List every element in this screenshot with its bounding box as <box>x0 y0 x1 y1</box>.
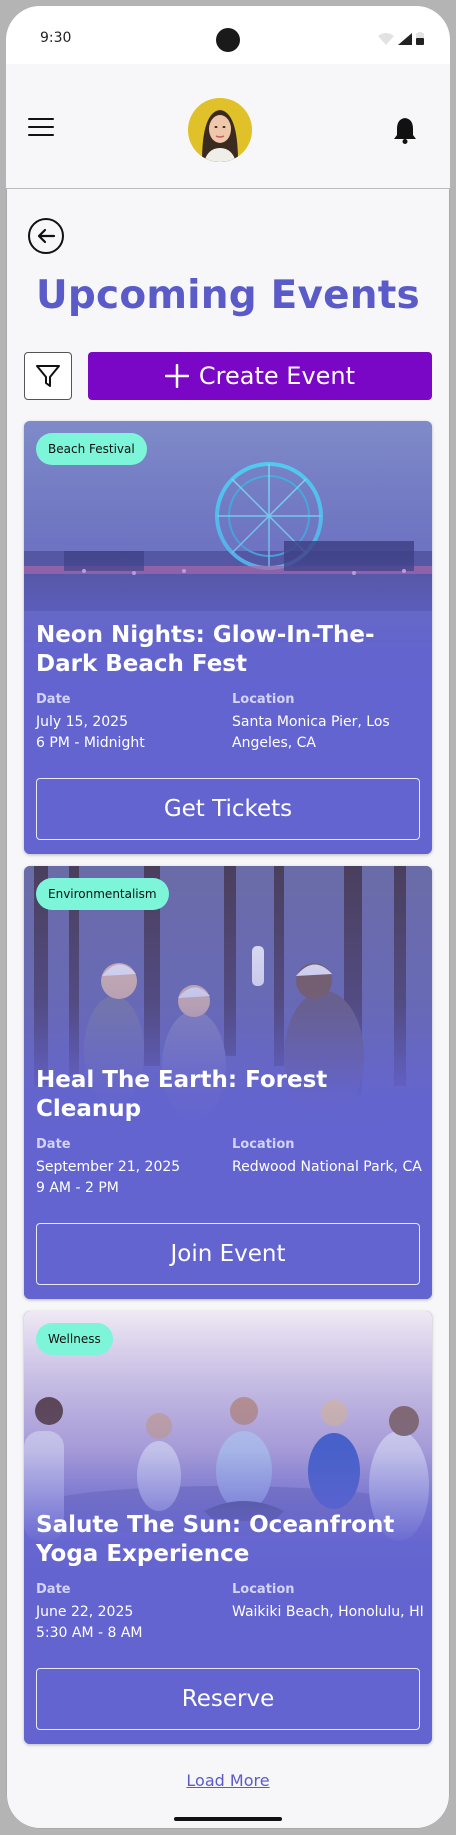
event-title: Salute The Sun: Oceanfront Yoga Experien… <box>36 1512 395 1567</box>
event-date-value: June 22, 2025 <box>36 1604 134 1620</box>
app-bar <box>6 64 450 189</box>
event-title: Neon Nights: Glow-In-The-Dark Beach Fest <box>36 622 375 677</box>
date-label: Date <box>36 1137 71 1152</box>
event-card: Beach Festival Neon Nights: Glow-In-The-… <box>24 421 432 854</box>
signal-icon <box>398 32 412 45</box>
event-time-value: 9 AM - 2 PM <box>36 1180 119 1196</box>
event-date: September 21, 2025 9 AM - 2 PM <box>36 1157 216 1199</box>
home-indicator[interactable] <box>174 1817 282 1821</box>
location-label: Location <box>232 1137 295 1152</box>
event-location: Waikiki Beach, Honolulu, HI <box>232 1604 424 1620</box>
get-tickets-button[interactable]: Get Tickets <box>36 778 420 840</box>
create-event-label: Create Event <box>198 362 356 390</box>
create-event-button[interactable]: Create Event <box>88 352 432 400</box>
event-time-value: 5:30 AM - 8 AM <box>36 1625 143 1641</box>
event-card: Environmentalism Heal The Earth: Forest … <box>24 866 432 1299</box>
filter-icon <box>36 365 60 387</box>
status-time: 9:30 <box>40 30 72 46</box>
camera-cutout <box>216 28 240 52</box>
event-tag: Environmentalism <box>36 878 169 910</box>
event-title: Heal The Earth: Forest Cleanup <box>36 1067 328 1122</box>
event-time-value: 6 PM - Midnight <box>36 735 145 751</box>
filter-button[interactable] <box>24 352 72 400</box>
event-location: Santa Monica Pier, Los Angeles, CA <box>232 714 390 751</box>
back-button[interactable] <box>28 218 64 254</box>
reserve-button[interactable]: Reserve <box>36 1668 420 1730</box>
date-label: Date <box>36 692 71 707</box>
event-date: June 22, 2025 5:30 AM - 8 AM <box>36 1602 216 1644</box>
date-label: Date <box>36 1582 71 1597</box>
event-date: July 15, 2025 6 PM - Midnight <box>36 712 216 754</box>
avatar[interactable] <box>188 98 252 162</box>
event-tag: Beach Festival <box>36 433 147 465</box>
plus-icon <box>164 364 189 388</box>
page-title: Upcoming Events <box>36 273 420 318</box>
event-location: Redwood National Park, CA <box>232 1159 422 1175</box>
event-tag: Wellness <box>36 1323 113 1355</box>
location-label: Location <box>232 692 295 707</box>
bell-icon[interactable] <box>392 116 418 144</box>
location-label: Location <box>232 1582 295 1597</box>
load-more-link[interactable]: Load More <box>6 1771 450 1790</box>
event-date-value: September 21, 2025 <box>36 1159 181 1175</box>
status-bar: 9:30 <box>6 6 450 64</box>
phone-screen: 9:30 Upcoming Events Create Event Beach … <box>6 6 450 1829</box>
main-content: Upcoming Events Create Event Beach Festi… <box>6 189 450 1829</box>
event-date-value: July 15, 2025 <box>36 714 128 730</box>
system-icons <box>378 32 424 45</box>
event-card: Wellness Salute The Sun: Oceanfront Yoga… <box>24 1311 432 1744</box>
join-event-button[interactable]: Join Event <box>36 1223 420 1285</box>
wifi-icon <box>378 32 394 45</box>
battery-icon <box>416 32 424 45</box>
back-arrow-icon <box>37 228 56 244</box>
menu-icon[interactable] <box>28 118 54 138</box>
